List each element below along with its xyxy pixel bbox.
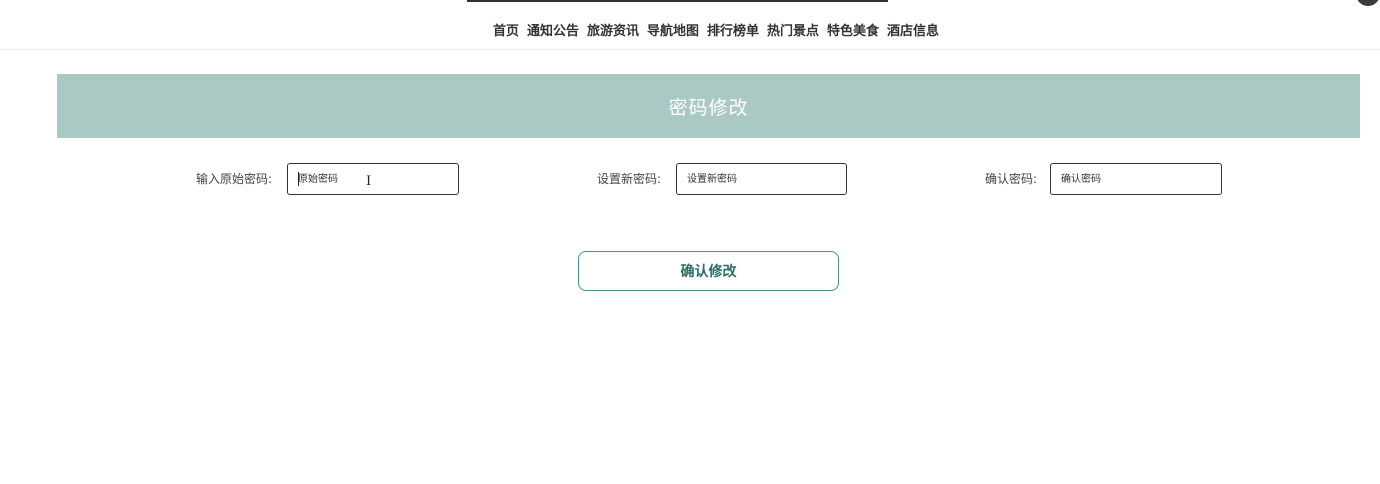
- page-title: 密码修改: [668, 96, 749, 119]
- nav-item-notices[interactable]: 通知公告: [527, 20, 579, 39]
- text-cursor-icon: I: [366, 174, 372, 189]
- nav-item-attractions[interactable]: 热门景点: [767, 20, 819, 39]
- nav-item-home[interactable]: 首页: [493, 20, 519, 39]
- nav-item-food[interactable]: 特色美食: [827, 20, 879, 39]
- nav-item-map[interactable]: 导航地图: [647, 20, 699, 39]
- old-password-label: 输入原始密码:: [196, 172, 273, 186]
- nav-item-travel-news[interactable]: 旅游资讯: [587, 20, 639, 39]
- text-caret: [298, 172, 299, 186]
- confirm-password-label: 确认密码:: [985, 172, 1038, 186]
- old-password-input[interactable]: [287, 163, 459, 195]
- nav-item-hotels[interactable]: 酒店信息: [887, 20, 939, 39]
- nav-item-rankings[interactable]: 排行榜单: [707, 20, 759, 39]
- confirm-change-button[interactable]: 确认修改: [578, 251, 839, 291]
- new-password-input[interactable]: [676, 163, 847, 195]
- page-title-banner: 密码修改: [57, 74, 1360, 138]
- confirm-password-input[interactable]: [1050, 163, 1222, 195]
- main-nav: 首页 通知公告 旅游资讯 导航地图 排行榜单 热门景点 特色美食 酒店信息: [0, 0, 1380, 50]
- new-password-label: 设置新密码:: [597, 172, 662, 186]
